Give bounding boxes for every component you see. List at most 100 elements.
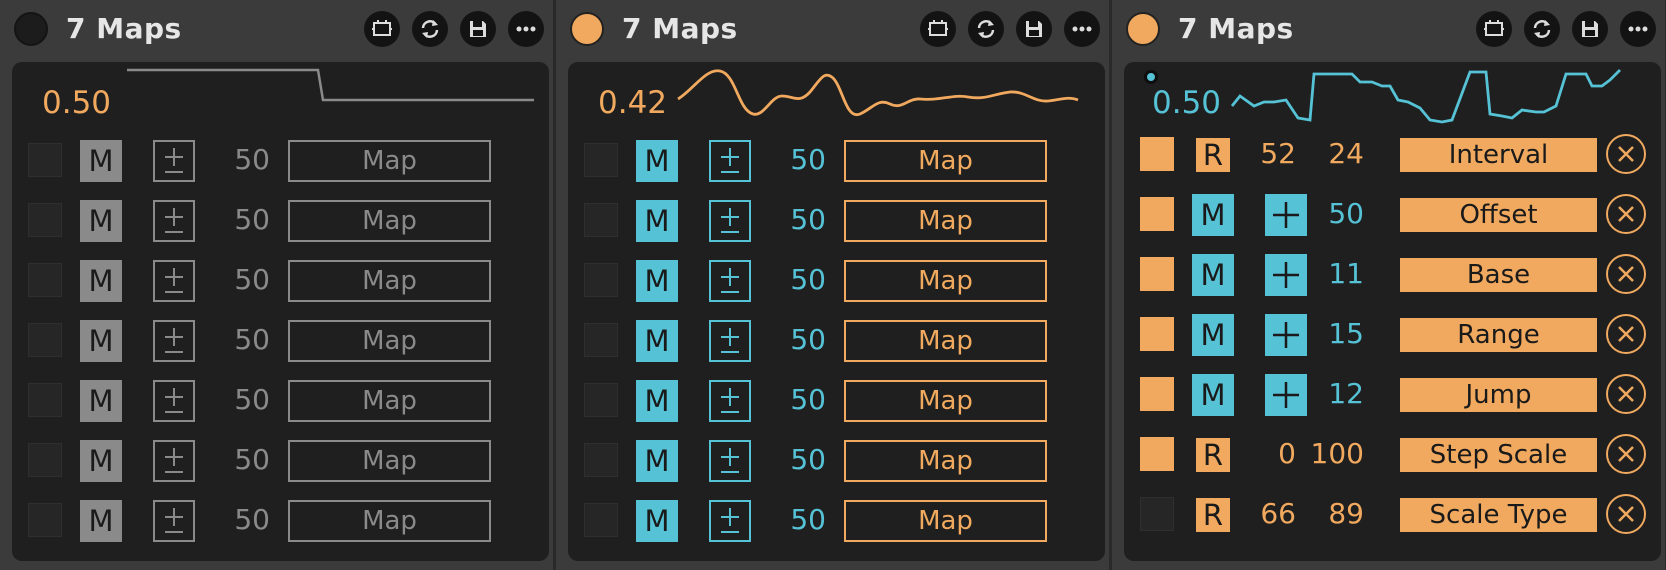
map-button[interactable]: Map [288,320,491,362]
parameter-name[interactable]: Scale Type [1400,498,1597,532]
clear-mapping-button[interactable] [1606,314,1646,354]
depth-value[interactable]: 50 [768,318,826,362]
map-button[interactable]: Map [288,440,491,482]
bipolar-toggle[interactable] [153,200,195,242]
polarity-toggle[interactable] [1265,314,1307,356]
enable-checkbox[interactable] [1140,317,1174,351]
depth-value[interactable]: 50 [212,198,270,242]
save-button[interactable] [1016,11,1052,47]
enable-checkbox[interactable] [1140,137,1174,171]
bipolar-toggle[interactable] [709,500,751,542]
map-button[interactable]: Map [288,380,491,422]
enable-checkbox[interactable] [1140,377,1174,411]
range-min-value[interactable]: 0 [1244,432,1296,476]
power-icon[interactable] [1126,12,1160,46]
mode-button[interactable]: M [636,500,678,542]
bipolar-toggle[interactable] [709,440,751,482]
enable-checkbox[interactable] [1140,197,1174,231]
enable-checkbox[interactable] [28,323,62,357]
mode-button[interactable]: R [1196,138,1230,172]
enable-checkbox[interactable] [1140,497,1174,531]
map-button[interactable]: Map [288,200,491,242]
hot-swap-button[interactable] [1476,11,1512,47]
enable-checkbox[interactable] [1140,257,1174,291]
depth-value[interactable]: 50 [768,138,826,182]
mode-button[interactable]: M [80,380,122,422]
bipolar-toggle[interactable] [709,260,751,302]
mode-button[interactable]: M [636,200,678,242]
mode-button[interactable]: R [1196,498,1230,532]
mode-button[interactable]: M [1192,374,1234,416]
bipolar-toggle[interactable] [153,320,195,362]
parameter-name[interactable]: Offset [1400,198,1597,232]
enable-checkbox[interactable] [584,443,618,477]
mode-button[interactable]: M [636,380,678,422]
mode-button[interactable]: M [80,500,122,542]
bipolar-toggle[interactable] [709,140,751,182]
enable-checkbox[interactable] [584,323,618,357]
enable-checkbox[interactable] [584,203,618,237]
mode-button[interactable]: M [1192,314,1234,356]
parameter-name[interactable]: Range [1400,318,1597,352]
mode-button[interactable]: M [636,320,678,362]
clear-mapping-button[interactable] [1606,434,1646,474]
map-button[interactable]: Map [844,320,1047,362]
map-button[interactable]: Map [288,140,491,182]
clear-mapping-button[interactable] [1606,374,1646,414]
depth-value[interactable]: 50 [768,198,826,242]
bipolar-toggle[interactable] [153,260,195,302]
refresh-button[interactable] [968,11,1004,47]
save-button[interactable] [1572,11,1608,47]
parameter-name[interactable]: Interval [1400,138,1597,172]
range-max-value[interactable]: 24 [1304,132,1364,176]
enable-checkbox[interactable] [28,503,62,537]
depth-value[interactable]: 50 [212,138,270,182]
more-button[interactable] [508,11,544,47]
range-min-value[interactable]: 52 [1244,132,1296,176]
polarity-toggle[interactable] [1265,254,1307,296]
bipolar-toggle[interactable] [153,440,195,482]
map-button[interactable]: Map [844,380,1047,422]
bipolar-toggle[interactable] [709,320,751,362]
enable-checkbox[interactable] [584,263,618,297]
depth-value[interactable]: 50 [768,378,826,422]
refresh-button[interactable] [412,11,448,47]
map-button[interactable]: Map [844,200,1047,242]
parameter-name[interactable]: Step Scale [1400,438,1597,472]
mode-button[interactable]: M [1192,194,1234,236]
enable-checkbox[interactable] [28,383,62,417]
mode-button[interactable]: M [80,260,122,302]
hot-swap-button[interactable] [920,11,956,47]
mode-button[interactable]: M [636,440,678,482]
bipolar-toggle[interactable] [709,380,751,422]
enable-checkbox[interactable] [584,503,618,537]
depth-value[interactable]: 50 [212,378,270,422]
mode-button[interactable]: M [80,200,122,242]
depth-value[interactable]: 50 [212,438,270,482]
range-min-value[interactable]: 66 [1244,492,1296,536]
depth-value[interactable]: 50 [768,258,826,302]
mode-button[interactable]: M [80,440,122,482]
bipolar-toggle[interactable] [153,140,195,182]
more-button[interactable] [1620,11,1656,47]
parameter-name[interactable]: Jump [1400,378,1597,412]
map-button[interactable]: Map [288,260,491,302]
more-button[interactable] [1064,11,1100,47]
power-icon[interactable] [14,12,48,46]
depth-value[interactable]: 50 [212,318,270,362]
refresh-button[interactable] [1524,11,1560,47]
depth-value[interactable]: 50 [768,438,826,482]
polarity-toggle[interactable] [1265,194,1307,236]
depth-value[interactable]: 50 [212,498,270,542]
enable-checkbox[interactable] [28,443,62,477]
mode-button[interactable]: M [1192,254,1234,296]
mode-button[interactable]: M [636,140,678,182]
depth-value[interactable]: 12 [1304,372,1364,416]
hot-swap-button[interactable] [364,11,400,47]
clear-mapping-button[interactable] [1606,494,1646,534]
map-button[interactable]: Map [844,500,1047,542]
depth-value[interactable]: 50 [212,258,270,302]
enable-checkbox[interactable] [28,143,62,177]
mode-button[interactable]: M [80,320,122,362]
bipolar-toggle[interactable] [153,500,195,542]
